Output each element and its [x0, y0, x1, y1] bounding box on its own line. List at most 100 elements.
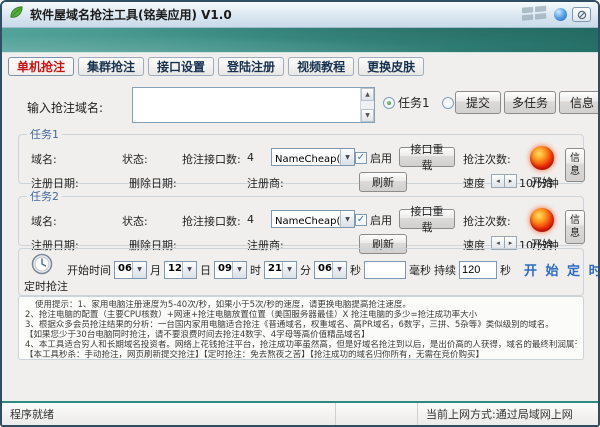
chevron-down-icon[interactable]: ▼	[132, 262, 146, 278]
domain-input-label: 输入抢注域名:	[27, 99, 103, 116]
task2-legend: 任务2	[27, 188, 62, 204]
usage-tip-line: 4、本工具适合穷人和长期域名投资者。网络上花钱抢注平台，抢注成功率虽然高，但是好…	[25, 340, 577, 350]
enable-label: 启用	[370, 150, 392, 166]
scroll-up-icon[interactable]: ▲	[361, 88, 374, 101]
windows-flag-icon	[521, 4, 549, 25]
second-label: 秒	[350, 262, 361, 278]
day-select[interactable]: 12▼	[164, 261, 197, 279]
tab-bar: 单机抢注 集群抢注 接口设置 登陆注册 视频教程 更换皮肤	[2, 54, 598, 78]
leaf-icon	[9, 5, 24, 24]
duration-input[interactable]	[459, 261, 497, 279]
interface-select-value: NameCheap(启	[272, 149, 340, 165]
app-window: 软件屋域名抢注工具(铭美应用) V1.0 单机抢注 集群抢注 接口设置 登陆注册…	[0, 0, 600, 427]
start-time-label: 开始时间	[67, 262, 111, 278]
start-button[interactable]	[530, 208, 554, 232]
port-count-label: 抢注接口数:	[182, 213, 241, 229]
tab-interface-settings[interactable]: 接口设置	[148, 57, 214, 76]
millisecond-label: 毫秒	[409, 262, 431, 278]
enable-label: 启用	[370, 212, 392, 228]
scroll-down-icon[interactable]: ▼	[361, 109, 374, 122]
domain-label: 域名:	[31, 213, 57, 229]
chevron-down-icon[interactable]: ▼	[332, 262, 346, 278]
tab-login-register[interactable]: 登陆注册	[218, 57, 284, 76]
status-empty-cell	[336, 403, 418, 425]
chevron-down-icon[interactable]: ▼	[340, 211, 354, 227]
start-button[interactable]	[530, 146, 554, 170]
task2-panel: 任务2 域名: 状态: 抢注接口数: 4 NameCheap(启 ▼ 启用 接口…	[18, 188, 584, 246]
radio-unselected-icon	[442, 97, 454, 109]
month-label: 月	[150, 262, 161, 278]
status-bar: 程序就绪 当前上网方式:通过局域网上网	[2, 401, 598, 425]
timer-row: 开始时间 06▼ 月 12▼ 日 09▼ 时 21▼ 分 06▼ 秒 毫秒 持续…	[67, 260, 600, 279]
task1-radio-label: 任务1	[398, 94, 430, 111]
reload-interface-button[interactable]: 接口重载	[399, 209, 455, 229]
tab-cluster[interactable]: 集群抢注	[78, 57, 144, 76]
attempts-label: 抢注次数:	[463, 213, 511, 229]
port-count-value: 4	[247, 151, 254, 164]
port-count-value: 4	[247, 213, 254, 226]
step-right-icon[interactable]: ▸	[504, 175, 516, 187]
second-select[interactable]: 06▼	[314, 261, 347, 279]
day-label: 日	[200, 262, 211, 278]
chevron-down-icon[interactable]: ▼	[340, 149, 354, 165]
port-count-label: 抢注接口数:	[182, 151, 241, 167]
task1-legend: 任务1	[27, 126, 62, 142]
hour-select[interactable]: 09▼	[214, 261, 247, 279]
interface-select[interactable]: NameCheap(启 ▼	[271, 148, 355, 166]
tab-single-machine[interactable]: 单机抢注	[8, 57, 74, 76]
orb-icon	[554, 8, 567, 21]
enable-checkbox[interactable]: 启用	[355, 150, 392, 166]
task-info-button[interactable]: 信息	[565, 210, 585, 244]
task-info-button[interactable]: 信息	[565, 148, 585, 182]
multi-task-button[interactable]: 多任务	[504, 91, 556, 114]
usage-tips-panel: 使用提示：1、家用电脑注册速度为5-40次/秒，如果小于5次/秒的速度，请更换电…	[18, 296, 584, 360]
domain-input[interactable]	[133, 88, 360, 122]
action-buttons: 提交 多任务 信息	[455, 91, 600, 114]
usage-tip-line: 【本工具秒杀：手动抢注，网页刷新提交抢注】【定时抢注：免去熬夜之苦】【抢注成功的…	[25, 350, 577, 360]
slash-circle-icon	[577, 10, 587, 20]
titlebar-right	[521, 4, 591, 25]
timer-panel: 定时抢注 开始时间 06▼ 月 12▼ 日 09▼ 时 21▼ 分 06▼ 秒 …	[18, 248, 584, 296]
usage-tip-line: 2、抢注电脑的配置（主要CPU核数）+网速+抢注电脑放置位置（美国服务器最佳）X…	[25, 310, 577, 320]
domain-label: 域名:	[31, 151, 57, 167]
domain-input-box: ▲ ▼	[132, 87, 375, 123]
checkbox-checked-icon	[355, 152, 367, 164]
task1-radio[interactable]: 任务1	[383, 94, 430, 111]
usage-tip-line: 3、根据众多会员抢注结果的分析：一台国内家用电脑适合抢注《普通域名，权重域名、高…	[25, 320, 577, 330]
checkbox-checked-icon	[355, 214, 367, 226]
usage-tip-line: 使用提示：1、家用电脑注册速度为5-40次/秒，如果小于5次/秒的速度，请更换电…	[25, 300, 577, 310]
interface-select-value: NameCheap(启	[272, 211, 340, 227]
hour-label: 时	[250, 262, 261, 278]
window-corner-button[interactable]	[572, 7, 591, 22]
status-network-text: 当前上网方式:通过局域网上网	[418, 403, 598, 425]
duration-label: 持续	[434, 262, 456, 278]
usage-tip-line: 【如果您少于30台电脑同时抢注，请不要浪费时间去抢注4数字、4字母等高价值精品域…	[25, 330, 577, 340]
tab-change-skin[interactable]: 更换皮肤	[358, 57, 424, 76]
attempts-label: 抢注次数:	[463, 151, 511, 167]
duration-unit-label: 秒	[500, 262, 511, 278]
banner	[2, 28, 598, 53]
start-timer-link[interactable]: 开 始 定 时	[524, 260, 600, 279]
info-button[interactable]: 信息	[559, 91, 600, 114]
window-title: 软件屋域名抢注工具(铭美应用) V1.0	[30, 6, 232, 23]
radio-selected-icon	[383, 97, 395, 109]
minute-label: 分	[300, 262, 311, 278]
chevron-down-icon[interactable]: ▼	[182, 262, 196, 278]
speed-stepper[interactable]: ◂ ▸	[491, 174, 517, 188]
domain-input-scrollbar[interactable]: ▲ ▼	[360, 88, 374, 122]
title-bar: 软件屋域名抢注工具(铭美应用) V1.0	[2, 2, 598, 28]
task1-panel: 任务1 域名: 状态: 抢注接口数: 4 NameCheap(启 ▼ 启用 接口…	[18, 126, 584, 184]
enable-checkbox[interactable]: 启用	[355, 212, 392, 228]
minute-select[interactable]: 21▼	[264, 261, 297, 279]
step-left-icon[interactable]: ◂	[492, 175, 504, 187]
tab-video-tutorial[interactable]: 视频教程	[288, 57, 354, 76]
month-select[interactable]: 06▼	[114, 261, 147, 279]
reload-interface-button[interactable]: 接口重载	[399, 147, 455, 167]
timer-caption: 定时抢注	[24, 278, 68, 294]
submit-button[interactable]: 提交	[455, 91, 501, 114]
interface-select[interactable]: NameCheap(启 ▼	[271, 210, 355, 228]
chevron-down-icon[interactable]: ▼	[282, 262, 296, 278]
chevron-down-icon[interactable]: ▼	[232, 262, 246, 278]
clock-icon	[31, 253, 53, 279]
millisecond-input[interactable]	[364, 261, 406, 279]
